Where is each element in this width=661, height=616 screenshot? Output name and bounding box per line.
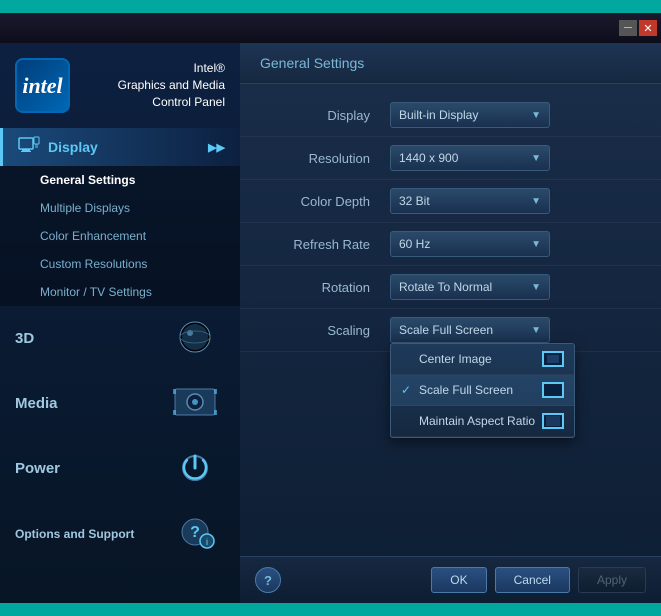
display-setting-row: Display Built-in Display ▼: [240, 94, 661, 137]
resolution-setting-label: Resolution: [260, 151, 390, 166]
scale-full-screen-check: ✓: [401, 383, 415, 397]
sidebar-item-multiple-displays[interactable]: Multiple Displays: [0, 194, 240, 222]
help-button[interactable]: ?: [255, 567, 281, 593]
resolution-dropdown-arrow: ▼: [531, 153, 541, 164]
power-icon: [165, 446, 225, 488]
main-window: ─ ✕ intel Intel® Graphics and Media Cont…: [0, 13, 661, 603]
media-icon: [165, 381, 225, 423]
power-icon-area: [165, 446, 225, 491]
3d-icon: [165, 316, 225, 358]
display-icon: [18, 136, 40, 158]
brand-title: Intel® Graphics and Media Control Panel: [82, 60, 225, 110]
scaling-dropdown-container: Scale Full Screen ▼ Center Image: [390, 317, 641, 343]
scaling-dropdown-arrow: ▼: [531, 325, 541, 336]
resolution-value: 1440 x 900: [399, 151, 458, 165]
maintain-aspect-ratio-check: [401, 414, 415, 428]
scaling-dropdown-menu: Center Image ✓ Scale Full Screen: [390, 343, 575, 438]
rotation-dropdown-control: Rotate To Normal ▼: [390, 274, 641, 300]
refresh-rate-value: 60 Hz: [399, 237, 430, 251]
intel-logo: intel: [15, 58, 70, 113]
support-icon-area: ? i: [165, 511, 225, 556]
refresh-rate-dropdown[interactable]: 60 Hz ▼: [390, 231, 550, 257]
scaling-option-center-image[interactable]: Center Image: [391, 344, 574, 375]
maintain-aspect-ratio-preview: [542, 413, 564, 429]
titlebar: ─ ✕: [0, 13, 661, 43]
scaling-setting-row: Scaling Scale Full Screen ▼ C: [240, 309, 661, 352]
center-image-label: Center Image: [419, 352, 492, 366]
sidebar-item-general-settings[interactable]: General Settings: [0, 166, 240, 194]
center-image-preview: [542, 351, 564, 367]
power-label: Power: [15, 460, 60, 477]
sidebar-item-power[interactable]: Power: [0, 436, 240, 501]
display-setting-label: Display: [260, 108, 390, 123]
scaling-setting-label: Scaling: [260, 323, 390, 338]
sidebar-display-label: Display: [48, 139, 98, 155]
minimize-button[interactable]: ─: [619, 20, 637, 36]
ok-button[interactable]: OK: [431, 567, 486, 593]
sidebar-item-3d[interactable]: 3D: [0, 306, 240, 371]
sidebar-item-monitor-tv[interactable]: Monitor / TV Settings: [0, 278, 240, 306]
refresh-rate-dropdown-arrow: ▼: [531, 239, 541, 250]
resolution-dropdown-control: 1440 x 900 ▼: [390, 145, 641, 171]
color-depth-dropdown-arrow: ▼: [531, 196, 541, 207]
settings-area: Display Built-in Display ▼ Resolution 14…: [240, 84, 661, 556]
options-support-label: Options and Support: [15, 527, 134, 541]
sidebar-item-options-support[interactable]: Options and Support ? i: [0, 501, 240, 566]
main-panel: General Settings Display Built-in Displa…: [240, 43, 661, 603]
support-icon: ? i: [165, 511, 225, 553]
scaling-value: Scale Full Screen: [399, 323, 493, 337]
rotation-value: Rotate To Normal: [399, 280, 492, 294]
sidebar-item-display[interactable]: Display ▶▶: [0, 128, 240, 166]
refresh-rate-dropdown-control: 60 Hz ▼: [390, 231, 641, 257]
maintain-aspect-ratio-label: Maintain Aspect Ratio: [419, 414, 535, 428]
scale-full-screen-preview: [542, 382, 564, 398]
refresh-rate-setting-label: Refresh Rate: [260, 237, 390, 252]
rotation-dropdown-arrow: ▼: [531, 282, 541, 293]
svg-text:?: ?: [190, 524, 200, 541]
panel-title: General Settings: [240, 43, 661, 84]
scaling-dropdown[interactable]: Scale Full Screen ▼: [390, 317, 550, 343]
color-depth-value: 32 Bit: [399, 194, 430, 208]
media-icon-area: [165, 381, 225, 426]
sidebar: intel Intel® Graphics and Media Control …: [0, 43, 240, 603]
apply-button[interactable]: Apply: [578, 567, 646, 593]
display-dropdown-arrow: ▼: [531, 110, 541, 121]
resolution-setting-row: Resolution 1440 x 900 ▼: [240, 137, 661, 180]
color-depth-setting-row: Color Depth 32 Bit ▼: [240, 180, 661, 223]
color-depth-setting-label: Color Depth: [260, 194, 390, 209]
center-image-check: [401, 352, 415, 366]
logo-area: intel Intel® Graphics and Media Control …: [0, 43, 240, 128]
scaling-option-maintain-aspect-ratio[interactable]: Maintain Aspect Ratio: [391, 406, 574, 437]
content-area: intel Intel® Graphics and Media Control …: [0, 43, 661, 603]
sidebar-item-custom-resolutions[interactable]: Custom Resolutions: [0, 250, 240, 278]
scaling-option-scale-full-screen[interactable]: ✓ Scale Full Screen: [391, 375, 574, 406]
sidebar-item-media[interactable]: Media: [0, 371, 240, 436]
rotation-dropdown[interactable]: Rotate To Normal ▼: [390, 274, 550, 300]
color-depth-dropdown[interactable]: 32 Bit ▼: [390, 188, 550, 214]
rotation-setting-row: Rotation Rotate To Normal ▼: [240, 266, 661, 309]
scale-full-screen-label: Scale Full Screen: [419, 383, 513, 397]
color-depth-dropdown-control: 32 Bit ▼: [390, 188, 641, 214]
cancel-button[interactable]: Cancel: [495, 567, 570, 593]
display-subnav: General Settings Multiple Displays Color…: [0, 166, 240, 306]
close-button[interactable]: ✕: [639, 20, 657, 36]
sidebar-item-color-enhancement[interactable]: Color Enhancement: [0, 222, 240, 250]
svg-text:i: i: [206, 537, 208, 547]
refresh-rate-setting-row: Refresh Rate 60 Hz ▼: [240, 223, 661, 266]
rotation-setting-label: Rotation: [260, 280, 390, 295]
scaling-dropdown-control: Scale Full Screen ▼ Center Image: [390, 317, 641, 343]
display-arrow-icon: ▶▶: [208, 141, 225, 154]
display-dropdown[interactable]: Built-in Display ▼: [390, 102, 550, 128]
display-dropdown-control: Built-in Display ▼: [390, 102, 641, 128]
3d-label: 3D: [15, 330, 34, 347]
media-label: Media: [15, 395, 58, 412]
display-value: Built-in Display: [399, 108, 478, 122]
bottom-bar: ? OK Cancel Apply: [240, 556, 661, 603]
3d-icon-area: [165, 316, 225, 361]
resolution-dropdown[interactable]: 1440 x 900 ▼: [390, 145, 550, 171]
